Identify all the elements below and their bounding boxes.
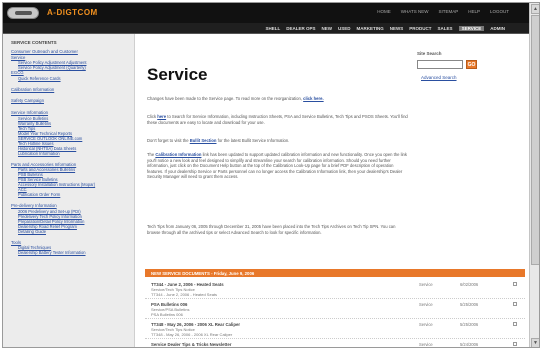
site-search: Site Search GO Advanced Search: [417, 51, 497, 80]
new-documents-list: TT344 - June 2, 2006 - Heated Seats Servi…: [145, 279, 525, 347]
top-link-sitemap[interactable]: SITEMAP: [438, 9, 458, 14]
main-content: Service Site Search GO Advanced Search C…: [135, 34, 529, 347]
top-link-home[interactable]: HOME: [377, 9, 391, 14]
scroll-up-arrow-icon[interactable]: ▲: [531, 4, 539, 14]
document-subtitle: Service/PSA Bulletins PSA Bulletins 006: [151, 307, 189, 318]
document-subtitle: Service/Tech Tips Notice TT348 - May 26, …: [151, 327, 233, 338]
sidebar-heading: SERVICE CONTENTS: [11, 40, 57, 45]
brand-logo[interactable]: [7, 7, 39, 19]
document-date: 6/02/2006: [460, 282, 479, 287]
document-date: 5/25/2006: [460, 322, 479, 327]
site-search-go-button[interactable]: GO: [466, 60, 477, 69]
document-subtitle-line: PSA Bulletins 006: [151, 311, 183, 317]
document-row: PSA Bulletins 006 Service/PSA Bulletins PS…: [145, 299, 525, 319]
top-link-help[interactable]: HELP: [468, 9, 480, 14]
document-date: 5/24/2006: [460, 342, 479, 347]
document-subtitle: Service/Tech Tips Notice TT344 - June 2, …: [151, 287, 218, 298]
nav-item-news[interactable]: NEWS: [390, 26, 404, 31]
document-row: Service Dealer Tips & Tricks Newsletter S…: [145, 339, 525, 347]
nav-item-marketing[interactable]: MARKETING: [357, 26, 384, 31]
nav-item-dealer-ops[interactable]: DEALER OPS: [286, 26, 315, 31]
intro-paragraph: Changes have been made to the Service pa…: [147, 96, 324, 101]
nav-item-product[interactable]: PRODUCT: [409, 26, 431, 31]
calibration-paragraph: The Calibration Information link has bee…: [147, 152, 407, 180]
new-documents-header: NEW SERVICE DOCUMENTS - Friday, June 9, …: [145, 269, 525, 277]
document-subtitle-line: TT344 - June 2, 2006 - Heated Seats: [151, 291, 218, 297]
nav-item-admin[interactable]: ADMIN: [490, 26, 505, 31]
document-row: TT344 - June 2, 2006 - Heated Seats Servi…: [145, 279, 525, 299]
top-links: HOME WHATS NEW SITEMAP HELP LOGOUT: [377, 9, 509, 14]
brand-name: A-DIGTCOM: [47, 8, 98, 17]
tech-tips-paragraph: Tech Tips from January 06, 2005 through …: [147, 224, 396, 235]
site-search-input[interactable]: [417, 60, 463, 69]
search-info-paragraph: Click here to Search for Service Informa…: [147, 114, 408, 125]
scroll-down-arrow-icon[interactable]: ▼: [531, 338, 539, 347]
nav-item-used[interactable]: USED: [338, 26, 351, 31]
calibration-info-link[interactable]: Calibration Information: [155, 152, 201, 157]
scroll-thumb[interactable]: [531, 15, 539, 265]
nav-item-service[interactable]: SERVICE: [458, 26, 485, 31]
browser-window: A-DIGTCOM HOME WHATS NEW SITEMAP HELP LO…: [2, 2, 540, 348]
document-category: Service: [419, 282, 433, 287]
bullit-paragraph: Don't forget to visit the Bullit Section…: [147, 138, 290, 143]
document-date: 5/25/2006: [460, 302, 479, 307]
nav-item-new[interactable]: NEW: [322, 26, 333, 31]
search-here-link[interactable]: here: [157, 114, 166, 119]
document-checkbox[interactable]: [513, 282, 517, 286]
click-here-link[interactable]: click here.: [303, 96, 324, 101]
main-nav: SHELL DEALER OPS NEW USED MARKETING NEWS…: [3, 23, 529, 34]
document-category: Service: [419, 322, 433, 327]
vertical-scrollbar[interactable]: ▲ ▼: [529, 3, 539, 347]
document-category: Service: [419, 342, 433, 347]
document-checkbox[interactable]: [513, 342, 517, 346]
bullit-section-link[interactable]: Bullit Section: [190, 138, 217, 143]
top-link-logout[interactable]: LOGOUT: [490, 9, 509, 14]
page-title: Service: [147, 65, 208, 84]
site-search-label: Site Search: [417, 51, 442, 56]
document-checkbox[interactable]: [513, 302, 517, 306]
document-subtitle-line: TT348 - May 26, 2006 - 2006 XL Rear Cali…: [151, 331, 233, 337]
advanced-search-link[interactable]: Advanced Search: [417, 75, 497, 80]
nav-item-shell[interactable]: SHELL: [266, 26, 281, 31]
document-category: Service: [419, 302, 433, 307]
sidebar: SERVICE CONTENTS Consumer Outreach and Cu…: [3, 34, 135, 347]
top-header: A-DIGTCOM HOME WHATS NEW SITEMAP HELP LO…: [3, 3, 529, 23]
document-row: TT348 - May 26, 2006 - 2006 XL Rear Cali…: [145, 319, 525, 339]
document-checkbox[interactable]: [513, 322, 517, 326]
top-link-whats-new[interactable]: WHATS NEW: [401, 9, 429, 14]
nav-item-sales[interactable]: SALES: [438, 26, 453, 31]
